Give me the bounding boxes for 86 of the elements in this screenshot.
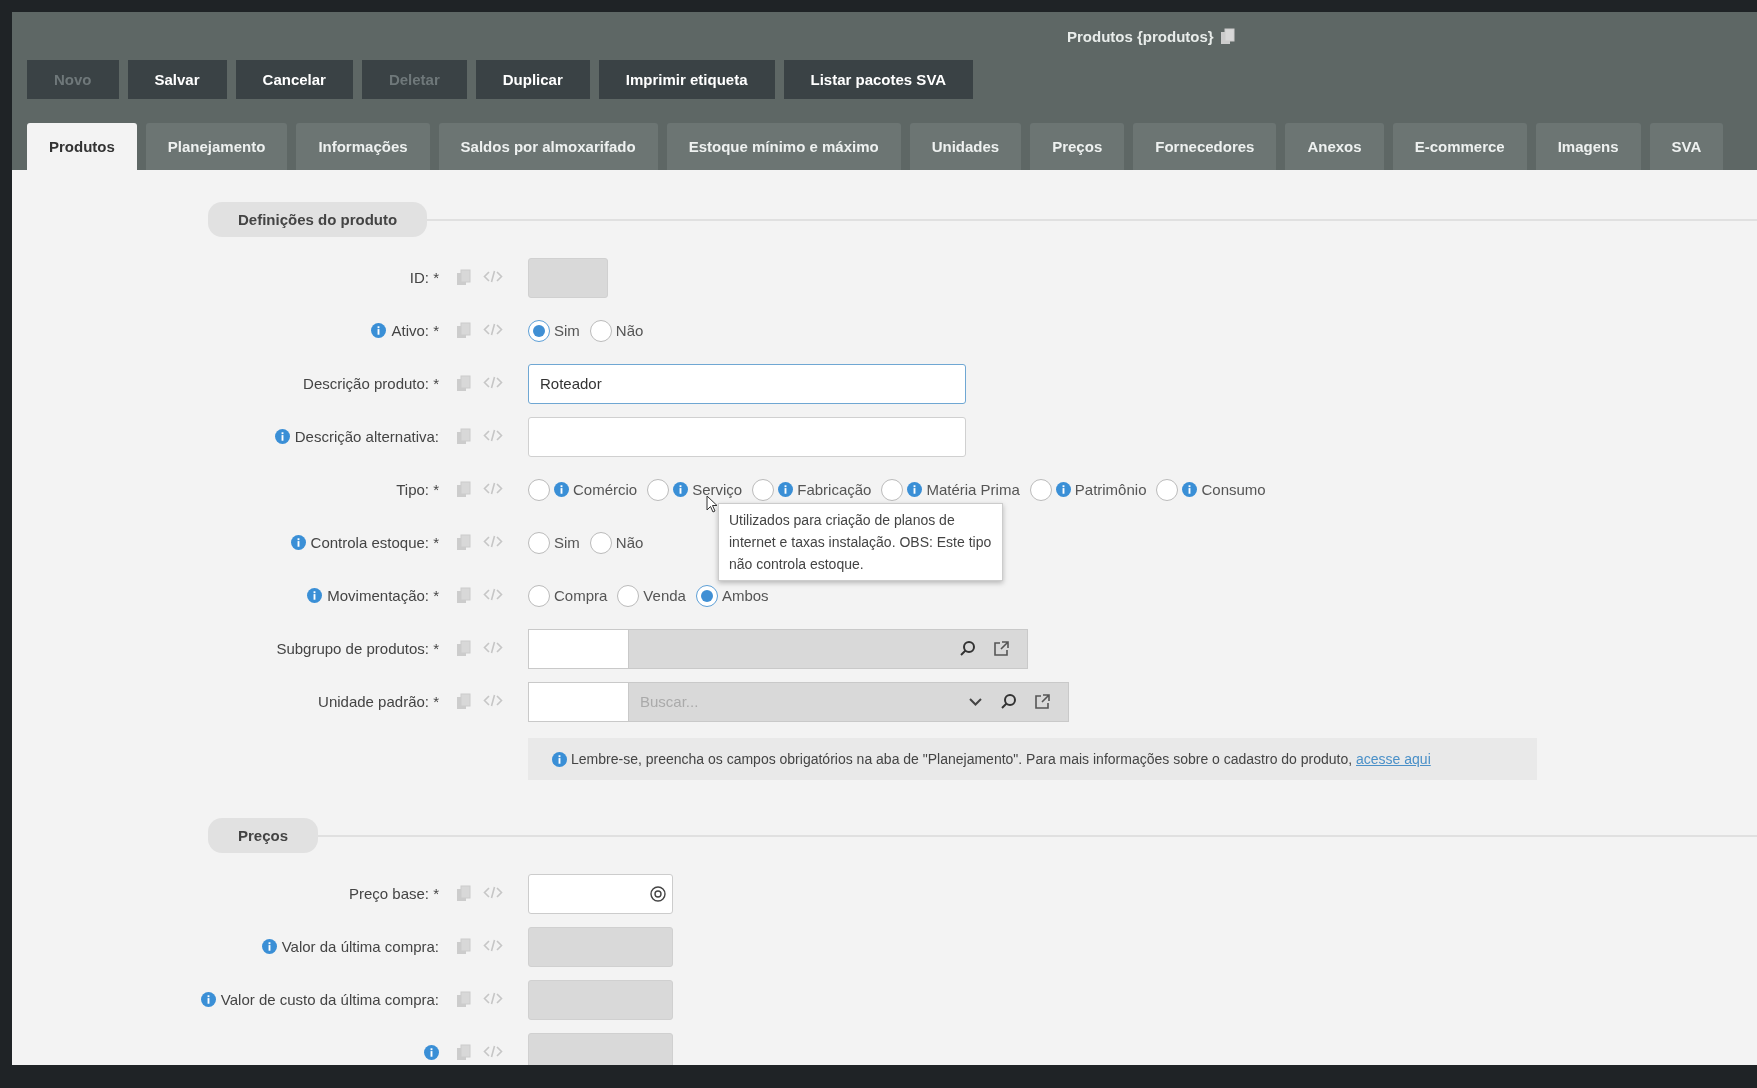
field-label: Descrição produto: *	[303, 375, 439, 392]
code-icon[interactable]	[483, 375, 503, 390]
copy-icon[interactable]	[1219, 27, 1235, 45]
field-label: Valor de custo da última compra:	[220, 991, 439, 1008]
toolbar-button[interactable]: Salvar	[127, 60, 227, 99]
text-field[interactable]	[528, 416, 966, 457]
code-icon[interactable]	[483, 991, 503, 1006]
code-icon[interactable]	[483, 640, 503, 655]
chevron-down-icon[interactable]	[968, 696, 983, 707]
radio-button[interactable]	[1156, 478, 1179, 501]
tab[interactable]: Informações	[296, 123, 430, 170]
search-icon[interactable]	[1000, 693, 1017, 710]
code-icon[interactable]	[483, 322, 503, 337]
tab[interactable]: SVA	[1649, 123, 1724, 170]
code-input[interactable]	[529, 682, 629, 721]
radio-button[interactable]	[528, 319, 550, 342]
code-icon[interactable]	[483, 693, 503, 708]
code-icon[interactable]	[483, 885, 503, 900]
section-title: Definições do produto	[208, 202, 428, 237]
tab[interactable]: Unidades	[909, 123, 1022, 170]
toolbar-button[interactable]: Listar pacotes SVA	[783, 60, 974, 99]
radio-button[interactable]	[589, 319, 612, 342]
radio-button[interactable]	[528, 584, 550, 607]
field-label: Movimentação: *	[327, 587, 439, 604]
field-label: Preço base: *	[348, 885, 439, 902]
window-title: Produtos {produtos}	[1067, 27, 1214, 45]
help-link[interactable]: acesse aqui	[1356, 751, 1431, 767]
toolbar-button[interactable]: Imprimir etiqueta	[598, 60, 775, 99]
radio-button[interactable]	[752, 478, 775, 501]
tab[interactable]: Saldos por almoxarifado	[438, 123, 658, 170]
radio-button[interactable]	[881, 478, 904, 501]
code-input[interactable]	[529, 629, 629, 668]
note-text: Lembre-se, preencha os campos obrigatórios na aba de "Planejamento". Para mais informações sobre o cadastro do produto, acesse aqui	[571, 751, 1431, 767]
toolbar-button[interactable]: Cancelar	[235, 60, 353, 99]
section-title: Preços	[208, 818, 319, 853]
coin-icon	[650, 885, 666, 902]
field-label: Controla estoque: *	[310, 534, 439, 551]
option-label: Sim	[554, 534, 580, 551]
tab[interactable]: Preços	[1030, 123, 1125, 170]
tab[interactable]: Planejamento	[145, 123, 288, 170]
info-icon	[552, 751, 567, 767]
code-icon[interactable]	[483, 587, 503, 602]
radio-button[interactable]	[695, 584, 718, 607]
option-label: Comércio	[573, 481, 638, 498]
field-label: Tipo: *	[396, 481, 439, 498]
radio-button[interactable]	[647, 478, 670, 501]
tab[interactable]: Fornecedores	[1133, 123, 1277, 170]
text-field[interactable]: Roteador	[528, 363, 966, 404]
field-label: Valor da última compra:	[281, 938, 439, 955]
radio-button[interactable]	[528, 478, 550, 501]
radio-button[interactable]	[528, 531, 550, 554]
tab[interactable]: Imagens	[1535, 123, 1641, 170]
code-icon[interactable]	[483, 1044, 503, 1059]
option-label: Não	[615, 534, 644, 551]
radio-button[interactable]	[589, 531, 612, 554]
tab[interactable]: Anexos	[1285, 123, 1384, 170]
option-label: Patrimônio	[1074, 481, 1147, 498]
field-label: Subgrupo de produtos: *	[276, 640, 439, 657]
code-icon[interactable]	[483, 534, 503, 549]
toolbar-button[interactable]: Duplicar	[475, 60, 590, 99]
option-label: Venda	[643, 587, 686, 604]
code-icon[interactable]	[483, 481, 503, 496]
option-label: Sim	[554, 322, 580, 339]
tab[interactable]: Produtos	[27, 123, 137, 170]
option-label: Não	[615, 322, 644, 339]
external-link-icon[interactable]	[993, 640, 1010, 657]
tab[interactable]: E-commerce	[1392, 123, 1527, 170]
radio-button[interactable]	[1029, 478, 1052, 501]
tab[interactable]: Estoque mínimo e máximo	[666, 123, 901, 170]
option-label: Serviço	[692, 481, 743, 498]
field-label: Descrição alternativa:	[294, 428, 439, 445]
radio-button[interactable]	[617, 584, 640, 607]
tooltip: Utilizados para criação de planos de internet e taxas instalação. OBS: Este tipo não controla estoque.	[718, 503, 1003, 581]
field-label: ID: *	[409, 269, 439, 286]
option-label: Fabricação	[797, 481, 872, 498]
external-link-icon[interactable]	[1034, 693, 1051, 710]
option-label: Matéria Prima	[926, 481, 1020, 498]
option-label: Consumo	[1201, 481, 1266, 498]
code-icon[interactable]	[483, 428, 503, 443]
code-icon[interactable]	[483, 938, 503, 953]
field-label: Unidade padrão: *	[318, 693, 439, 710]
field-label: Ativo: *	[391, 322, 439, 339]
search-icon[interactable]	[959, 640, 976, 657]
option-label: Ambos	[721, 587, 769, 604]
option-label: Compra	[554, 587, 608, 604]
lookup-field[interactable]	[528, 628, 1028, 669]
